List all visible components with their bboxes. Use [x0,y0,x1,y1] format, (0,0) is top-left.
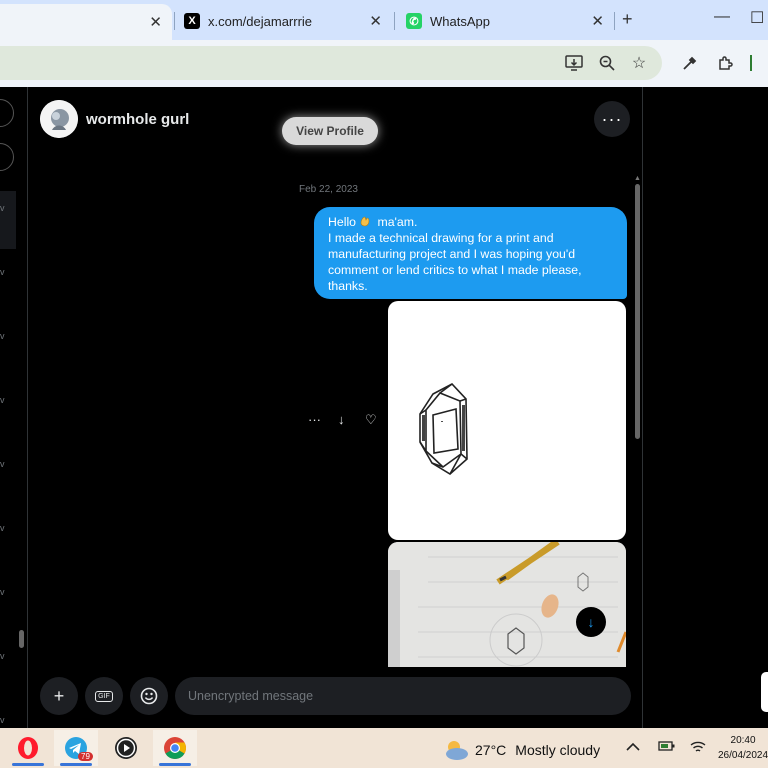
opera-icon [18,737,38,759]
conversation-item[interactable]: v [0,523,5,533]
conversation-item[interactable]: v [0,715,5,725]
tab-title: WhatsApp [430,13,490,29]
browser-tab-strip: ✕ X x.com/dejamarrrie ✕ ✆ WhatsApp ✕ + —… [0,0,768,40]
message-line: comment or lend critics to what I made p… [328,263,582,277]
gif-button[interactable]: GIF [85,677,123,715]
tab-title: x.com/dejamarrrie [208,13,313,29]
page-content: v v v v v v v v v wormhole gurl View Pro… [0,87,768,728]
tray-chevron-icon[interactable] [626,740,640,755]
emoji-icon [140,687,158,705]
battery-icon[interactable] [658,740,676,755]
eyedropper-icon[interactable] [679,52,701,74]
x-logo-icon: X [184,13,200,29]
tab-close-icon[interactable]: ✕ [369,12,382,30]
scroll-up-arrow-icon[interactable]: ▲ [634,175,641,182]
extensions-puzzle-icon[interactable] [714,52,736,74]
react-heart-icon[interactable]: ♡ [365,412,377,428]
install-app-icon[interactable] [563,52,585,74]
compose-icon[interactable] [0,99,14,127]
message-bubble[interactable]: Hello ma'am. I made a technical drawing … [314,207,627,299]
minimize-button[interactable]: — [714,8,730,26]
clock-time: 20:40 [730,735,756,746]
message-input[interactable] [175,677,631,715]
conversation-item[interactable]: v [0,459,5,469]
chrome-app[interactable] [153,730,197,766]
weather-widget[interactable]: 27°C Mostly cloudy [442,738,600,762]
tab-active[interactable]: ✕ [0,4,172,40]
whatsapp-icon: ✆ [406,13,422,29]
unread-badge: 79 [78,752,93,761]
conversation-item-selected[interactable] [0,191,16,249]
opera-app[interactable] [6,730,50,766]
message-greeting: Hello ma'am. [328,215,418,229]
gif-icon: GIF [95,690,113,702]
scrollbar-thumb[interactable] [635,184,640,439]
maximize-button[interactable]: ☐ [750,8,764,28]
list-scrollbar[interactable] [19,630,24,648]
telegram-app[interactable]: 79 [54,730,98,766]
conversation-item[interactable]: v [0,267,5,277]
tab-close-icon[interactable]: ✕ [149,13,162,31]
conversation-item[interactable]: v [0,331,5,341]
message-line: thanks. [328,279,368,293]
message-line: manufacturing project and I was hoping y… [328,247,576,261]
windows-taskbar: 79 27°C Mostly cloudy 20:40 26/04/2024 [0,728,768,768]
message-date: Feb 22, 2023 [299,184,358,195]
media-player-app[interactable] [104,730,148,766]
tab-divider [174,12,175,30]
settings-icon[interactable] [0,143,14,171]
tab-x-profile[interactable]: X x.com/dejamarrrie ✕ [176,6,392,36]
tab-whatsapp[interactable]: ✆ WhatsApp ✕ [398,6,614,36]
active-indicator [12,763,44,766]
chat-panel: wormhole gurl View Profile ··· Feb 22, 2… [28,87,643,728]
bookmark-star-icon[interactable]: ☆ [628,52,650,74]
right-panel [643,87,768,728]
media-player-icon [115,737,137,759]
active-indicator [60,763,92,766]
technical-drawing-image[interactable] [388,301,626,540]
message-more-button[interactable]: ··· [308,412,321,427]
message-line: I made a technical drawing for a print a… [328,231,554,245]
side-panel-edge [761,672,768,712]
weather-condition: Mostly cloudy [515,742,601,758]
tab-divider [394,12,395,30]
emoji-button[interactable] [130,677,168,715]
waving-hand-icon [360,216,370,227]
conversation-item[interactable]: v [0,203,5,213]
more-options-button[interactable]: ··· [594,101,630,137]
clock-date: 26/04/2024 [718,750,768,761]
cloudy-weather-icon [446,741,468,760]
tab-close-icon[interactable]: ✕ [591,12,604,30]
chat-scrollbar[interactable]: ▲ ▼ [634,175,642,724]
scroll-down-arrow-icon[interactable]: ↓ [576,607,606,637]
conversation-item[interactable]: v [0,587,5,597]
browser-toolbar: ☆ [0,40,768,87]
toolbar-divider [750,55,752,71]
download-icon[interactable]: ↓ [338,412,345,427]
avatar[interactable] [40,100,78,138]
conversation-list: v v v v v v v v v [0,87,28,728]
chrome-icon [164,737,186,759]
tab-divider [614,12,615,30]
weather-temperature: 27°C [475,742,507,758]
contact-name[interactable]: wormhole gurl [86,111,189,128]
wifi-icon[interactable] [690,740,706,757]
view-profile-button[interactable]: View Profile [282,117,378,145]
message-composer: + GIF [28,667,642,728]
zoom-icon[interactable] [596,52,618,74]
system-clock[interactable]: 20:40 26/04/2024 [718,733,768,763]
active-indicator [159,763,191,766]
conversation-item[interactable]: v [0,651,5,661]
add-media-button[interactable]: + [40,677,78,715]
new-tab-button[interactable]: + [622,9,633,30]
conversation-item[interactable]: v [0,395,5,405]
